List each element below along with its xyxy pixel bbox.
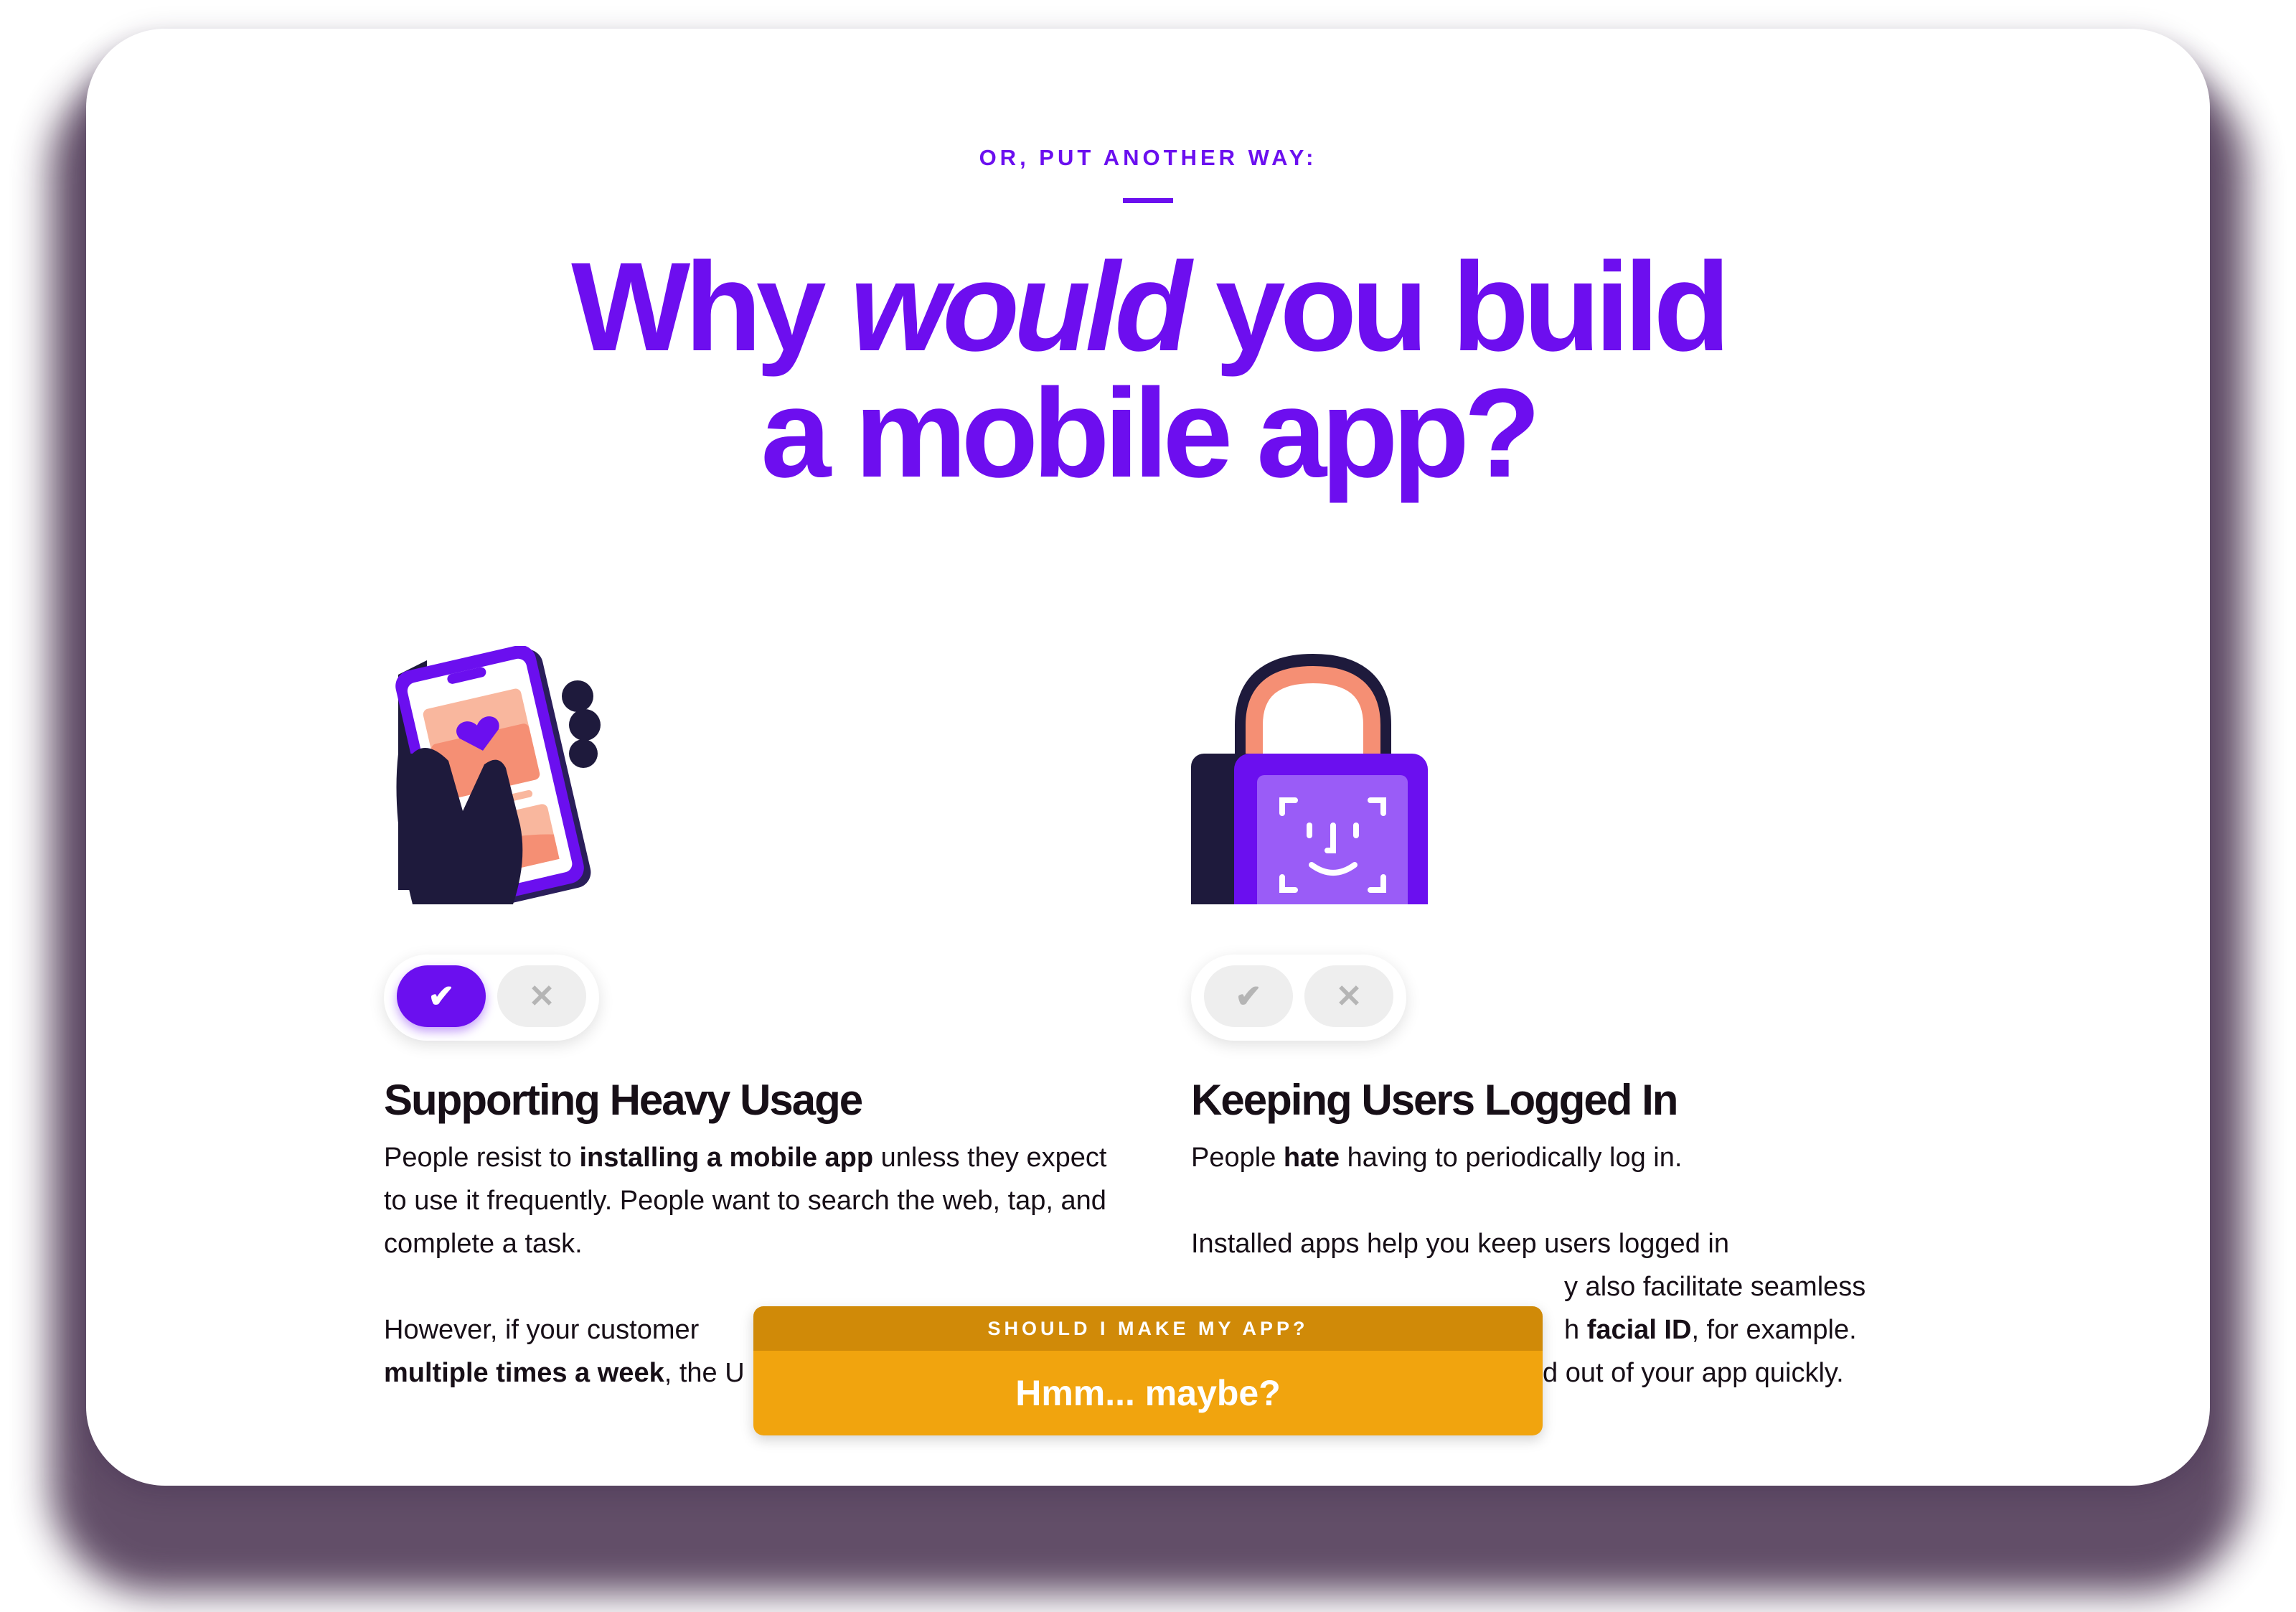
- headline-line2: a mobile app?: [761, 363, 1540, 504]
- section-title: Supporting Heavy Usage: [384, 1076, 863, 1124]
- text-run: y also facilitate seamless: [1564, 1272, 1866, 1302]
- check-toggle-option[interactable]: ✔: [397, 965, 486, 1027]
- bold-text-run: facial ID: [1586, 1315, 1692, 1345]
- should-i-make-app-banner[interactable]: SHOULD I MAKE MY APP? Hmm... maybe?: [753, 1306, 1543, 1435]
- body-paragraph: People resist to installing a mobile app…: [384, 1136, 1109, 1265]
- eyebrow-divider: [1123, 198, 1173, 203]
- answer-toggle[interactable]: ✔ ✕: [384, 955, 599, 1041]
- bold-text-run: installing a mobile app: [579, 1143, 874, 1173]
- banner-label: SHOULD I MAKE MY APP?: [753, 1306, 1543, 1351]
- bold-text-run: multiple times a week: [384, 1358, 664, 1388]
- text-run: having to periodically log in.: [1340, 1143, 1683, 1173]
- section-title: Keeping Users Logged In: [1191, 1076, 1678, 1124]
- text-run: People: [1191, 1143, 1284, 1173]
- phone-in-hand-icon: [395, 646, 601, 904]
- cross-toggle-option[interactable]: ✕: [497, 965, 586, 1027]
- headline-part: Why: [571, 237, 850, 378]
- text-run: People resist to: [384, 1143, 580, 1173]
- text-run: Installed apps help you keep users logge…: [1191, 1229, 1729, 1259]
- page-headline: Why would you build a mobile app?: [86, 244, 2210, 497]
- headline-part: you build: [1185, 237, 1731, 378]
- content-card: OR, PUT ANOTHER WAY: Why would you build…: [86, 29, 2210, 1486]
- headline-emphasis: would: [850, 237, 1192, 378]
- bold-text-run: hate: [1283, 1143, 1340, 1173]
- cross-toggle-option[interactable]: ✕: [1304, 965, 1393, 1027]
- text-run: , the U: [664, 1358, 745, 1388]
- eyebrow-label: OR, PUT ANOTHER WAY:: [979, 145, 1317, 170]
- answer-toggle[interactable]: ✔ ✕: [1191, 955, 1406, 1041]
- padlock-face-id-icon: [1191, 653, 1428, 904]
- text-run: However, if your customer: [384, 1315, 700, 1345]
- text-run: , for example.: [1691, 1315, 1857, 1345]
- banner-answer: Hmm... maybe?: [753, 1351, 1543, 1435]
- check-toggle-option[interactable]: ✔: [1204, 965, 1293, 1027]
- body-paragraph: People hate having to periodically log i…: [1191, 1136, 1916, 1179]
